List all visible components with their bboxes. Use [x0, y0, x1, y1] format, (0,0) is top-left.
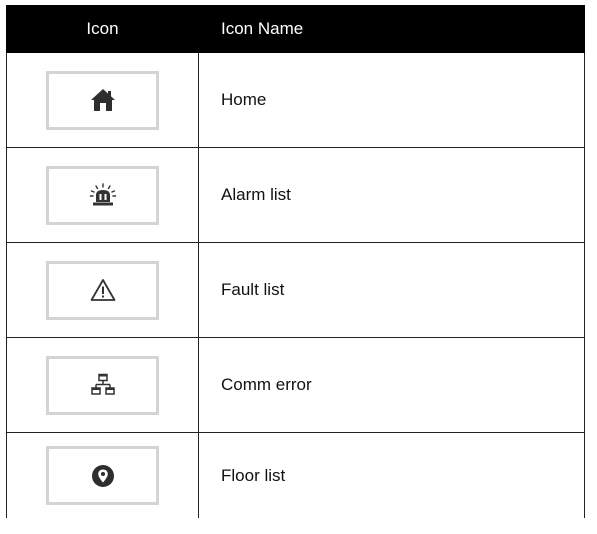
home-button[interactable]: [46, 70, 159, 130]
icon-name: Fault list: [198, 242, 585, 338]
icon-cell: [6, 242, 199, 338]
comm-error-button[interactable]: [46, 355, 159, 415]
table-row: Fault list: [6, 242, 585, 338]
icon-cell: [6, 337, 199, 433]
alarm-list-button[interactable]: [46, 165, 159, 225]
network-icon: [90, 373, 115, 395]
table-row: Alarm list: [6, 147, 585, 243]
icon-table: Icon Icon Name Home Alarm list Fault lis…: [6, 5, 585, 518]
icon-cell: [6, 147, 199, 243]
column-header-icon-name: Icon Name: [198, 5, 585, 53]
icon-name: Comm error: [198, 337, 585, 433]
table-row: Floor list: [6, 432, 585, 518]
icon-name: Home: [198, 52, 585, 148]
fault-list-button[interactable]: [46, 260, 159, 320]
icon-cell: [6, 52, 199, 148]
table-row: Home: [6, 52, 585, 148]
alarm-beacon-icon: [89, 183, 116, 206]
icon-name: Alarm list: [198, 147, 585, 243]
table-row: Comm error: [6, 337, 585, 433]
icon-cell: [6, 432, 199, 518]
warning-triangle-icon: [90, 279, 115, 301]
home-icon: [90, 89, 115, 111]
icon-name: Floor list: [198, 432, 585, 518]
table-header-row: Icon Icon Name: [6, 5, 585, 53]
location-pin-icon: [91, 464, 114, 487]
floor-list-button[interactable]: [46, 446, 159, 505]
column-header-icon: Icon: [6, 5, 199, 53]
